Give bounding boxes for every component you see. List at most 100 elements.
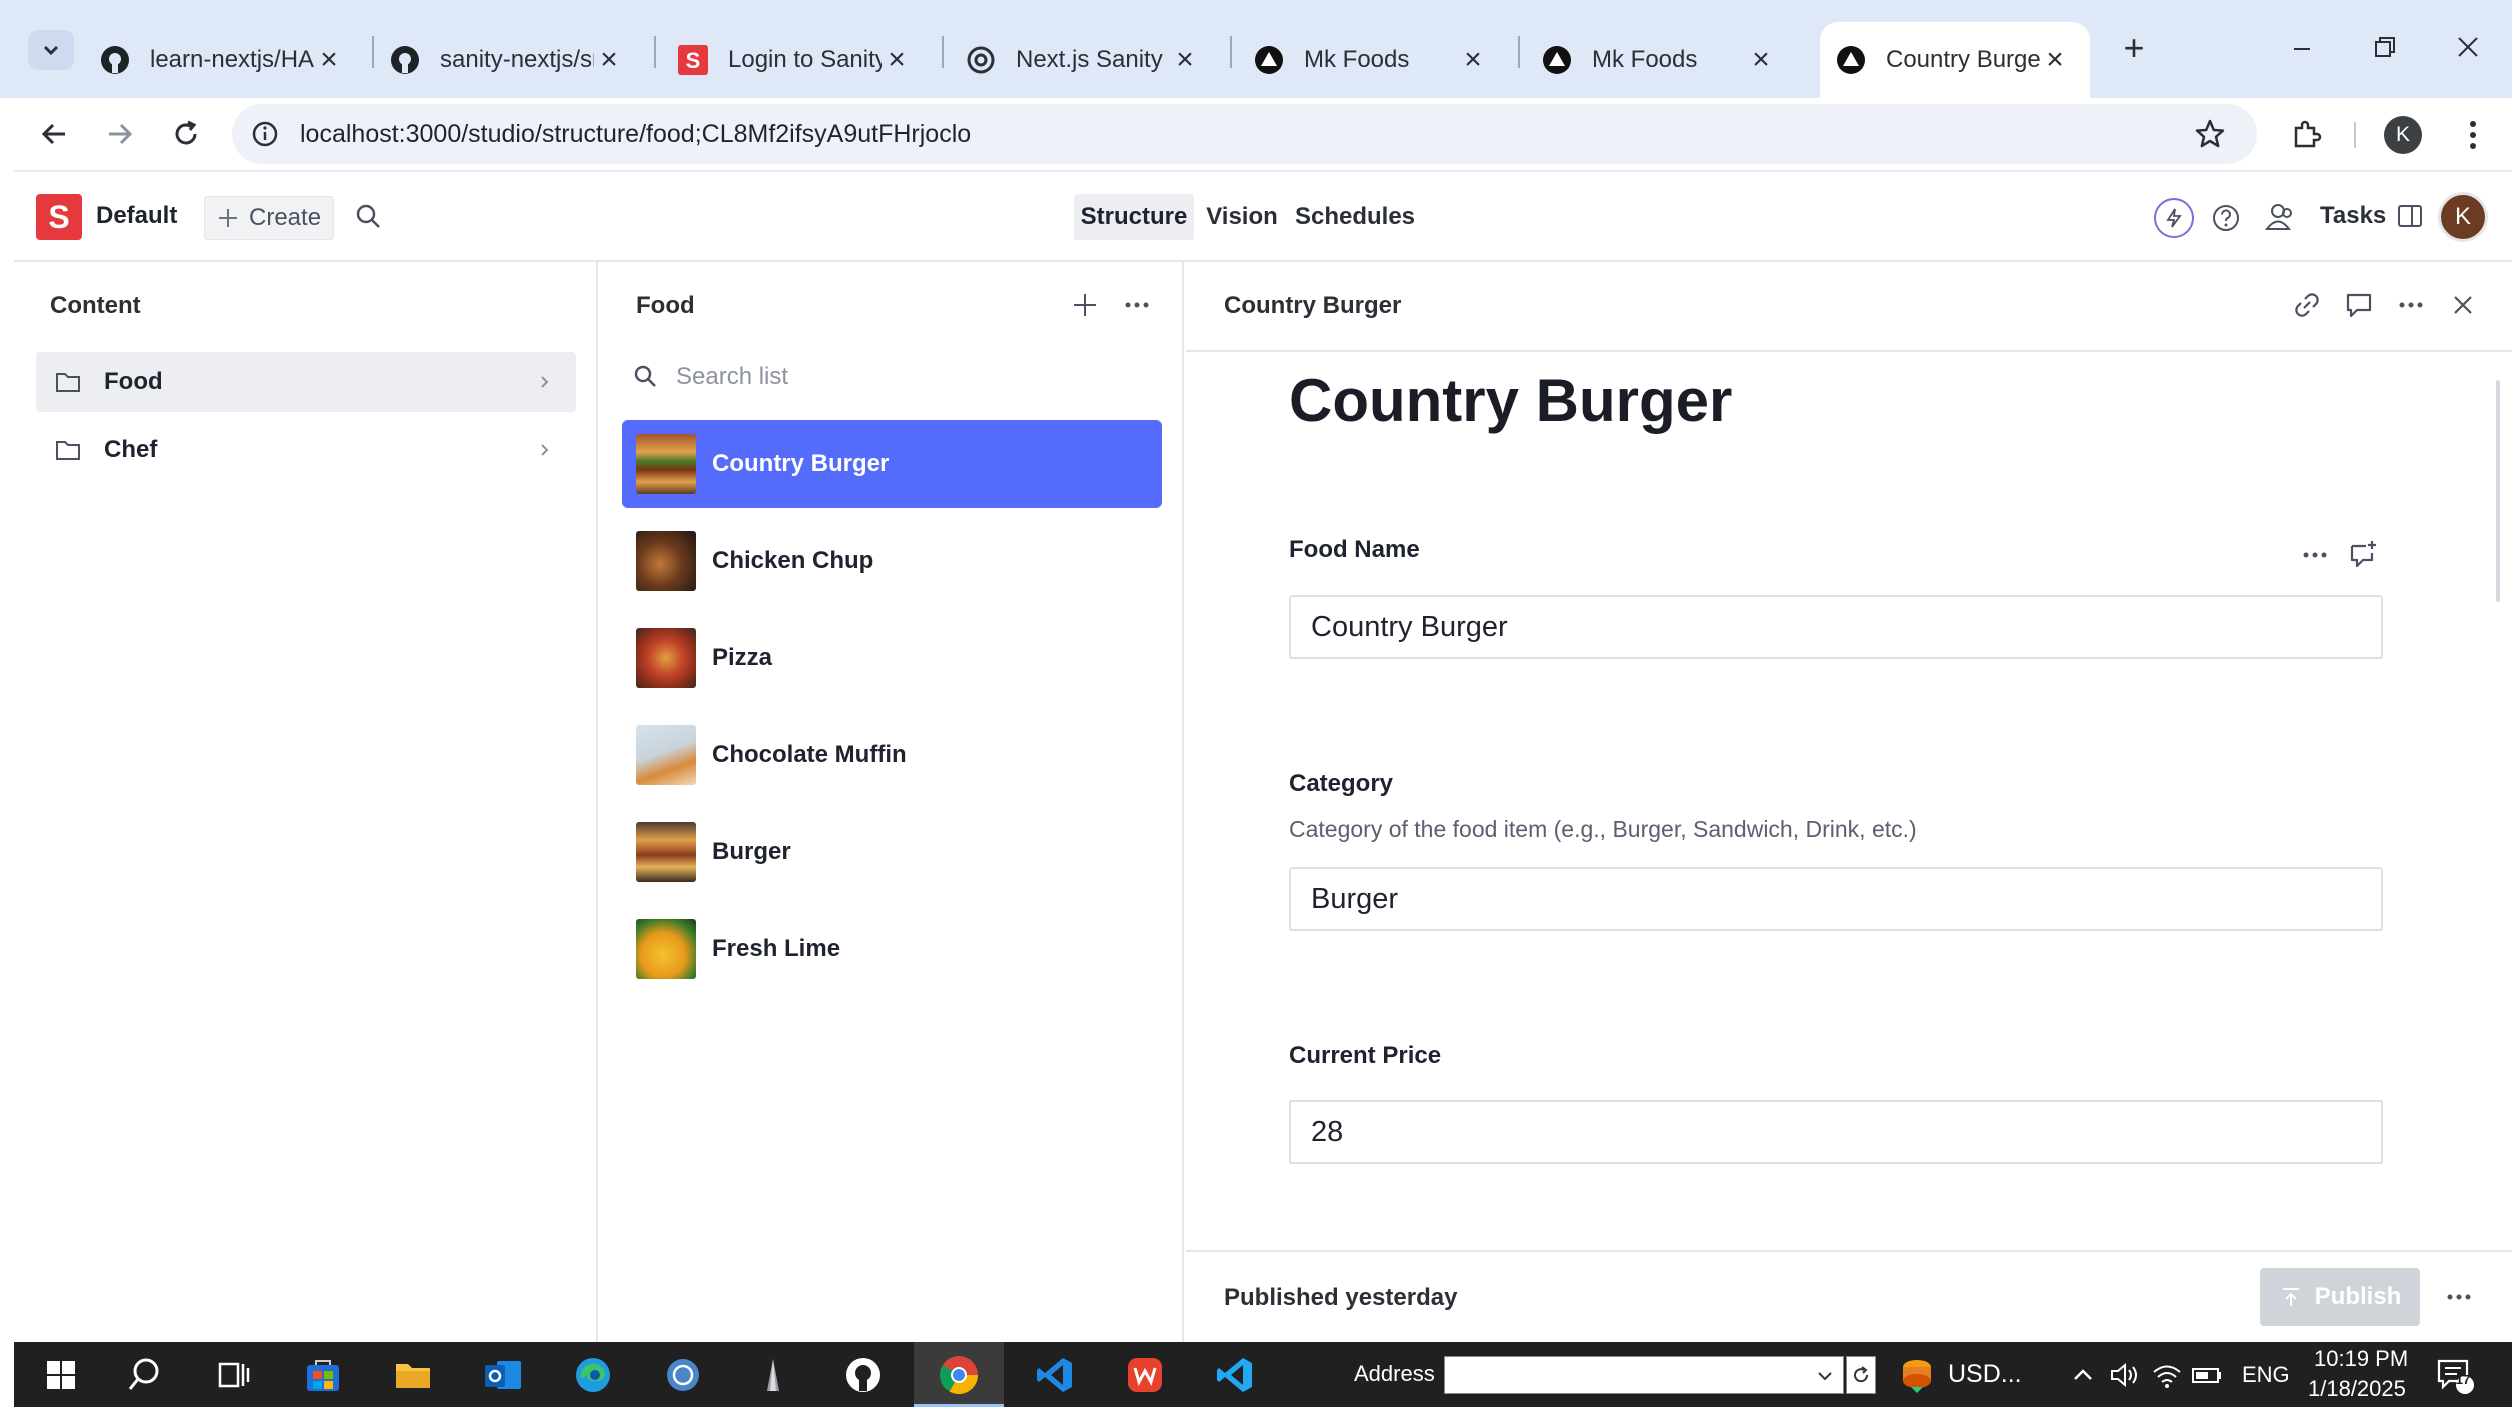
nav-structure-label: Structure [1080,203,1188,230]
food-item-chocolate-muffin[interactable]: Chocolate Muffin [622,711,1162,799]
store-icon[interactable] [300,1352,346,1398]
close-icon[interactable]: × [314,43,344,76]
vscode-icon[interactable] [1032,1352,1078,1398]
extensions-button[interactable] [2284,112,2328,156]
battery-icon[interactable] [2184,1352,2230,1398]
search-list-input[interactable]: Search list [632,354,1152,400]
browser-tab-2[interactable]: sanity-nextjs/src × [356,22,644,98]
language-indicator[interactable]: ENG [2242,1362,2290,1388]
browser-menu-button[interactable] [2458,116,2488,154]
chevron-up-icon[interactable] [2060,1352,2106,1398]
search-icon [634,365,656,387]
food-item-pizza[interactable]: Pizza [622,614,1162,702]
close-icon[interactable]: × [594,43,624,76]
volume-icon[interactable] [2102,1352,2148,1398]
food-item-fresh-lime[interactable]: Fresh Lime [622,905,1162,993]
browser-tab-7-active[interactable]: Country Burger | × [1820,22,2090,98]
browser-tab-5[interactable]: Mk Foods × [1220,22,1508,98]
close-icon[interactable]: × [1458,43,1488,76]
browser-tab-4[interactable]: Next.js Sanity Da × [932,22,1220,98]
close-window-button[interactable] [2448,30,2488,66]
content-item-food[interactable]: Food [36,352,576,412]
food-thumbnail [636,628,696,688]
folder-icon [56,373,80,392]
food-item-chicken-chup[interactable]: Chicken Chup [622,517,1162,605]
food-name-input[interactable]: Country Burger [1289,595,2383,659]
category-input[interactable]: Burger [1289,867,2383,931]
github-desktop-icon[interactable] [840,1352,886,1398]
new-tab-button[interactable]: + [2114,26,2154,70]
bolt-icon[interactable] [2154,198,2194,238]
clock-date[interactable]: 1/18/2025 [2308,1376,2406,1402]
close-icon[interactable]: × [882,43,912,76]
taskbar-search-button[interactable] [122,1352,168,1398]
create-document-button[interactable] [1070,290,1100,320]
app-icon[interactable] [660,1352,706,1398]
global-search-button[interactable] [354,202,384,232]
vscode-icon[interactable] [1212,1352,1258,1398]
tasks-button[interactable]: Tasks [2320,202,2424,230]
close-icon[interactable]: × [1170,43,1200,76]
more-horizontal-icon [2303,552,2327,558]
comments-button[interactable] [2344,290,2374,320]
notifications-icon[interactable]: 17 [2432,1352,2478,1398]
nav-structure[interactable]: Structure [1074,194,1194,240]
weather-text[interactable]: USD... [1948,1360,2022,1389]
user-avatar[interactable]: K [2438,192,2488,242]
close-icon [2458,37,2478,57]
add-comment-button[interactable] [2348,538,2380,570]
food-thumbnail [636,822,696,882]
weather-icon[interactable] [1894,1352,1940,1398]
outlook-icon[interactable] [480,1352,526,1398]
task-view-button[interactable] [210,1352,256,1398]
field-actions-menu[interactable] [2300,540,2330,570]
edge-icon[interactable] [570,1352,616,1398]
address-go-button[interactable] [1846,1356,1876,1394]
food-thumbnail [636,434,696,494]
chrome-taskbar-item-active[interactable] [914,1342,1004,1407]
scrollbar[interactable] [2496,380,2500,602]
add-comment-icon [2350,541,2376,568]
bookmark-star-icon[interactable] [2194,118,2226,150]
nav-vision[interactable]: Vision [1196,194,1288,240]
publish-menu-button[interactable] [2444,1282,2474,1312]
site-info-icon[interactable] [250,119,280,149]
profile-avatar[interactable]: K [2384,116,2422,154]
close-icon[interactable]: × [2040,43,2070,76]
clock-time[interactable]: 10:19 PM [2314,1346,2408,1372]
current-price-input[interactable]: 28 [1289,1100,2383,1164]
file-explorer-icon[interactable] [390,1352,436,1398]
create-button[interactable]: Create [204,196,334,240]
browser-tab-3[interactable]: S Login to Sanity.i × [644,22,932,98]
copy-link-button[interactable] [2292,290,2322,320]
wps-office-icon[interactable] [1122,1352,1168,1398]
browser-tab-1[interactable]: learn-nextjs/HAC × [66,22,364,98]
browser-tab-6[interactable]: Mk Foods × [1508,22,1796,98]
start-button[interactable] [38,1352,84,1398]
address-bar[interactable]: localhost:3000/studio/structure/food;CL8… [232,104,2257,164]
publish-button[interactable]: Publish [2260,1268,2420,1326]
taskbar-address-input[interactable] [1444,1356,1844,1394]
restore-window-button[interactable] [2364,30,2404,66]
food-item-country-burger[interactable]: Country Burger [622,420,1162,508]
minimize-window-button[interactable] [2282,34,2322,64]
content-item-label: Food [104,368,163,395]
back-button[interactable] [32,112,76,156]
reload-button[interactable] [164,112,208,156]
workspace-name[interactable]: Default [96,202,177,230]
help-icon[interactable] [2210,202,2242,234]
studio-logo[interactable]: S [36,194,82,240]
more-horizontal-icon [2399,302,2423,308]
tasks-label: Tasks [2320,202,2387,229]
food-pane-menu-button[interactable] [1122,290,1152,320]
forward-button[interactable] [98,112,142,156]
close-pane-button[interactable] [2448,290,2478,320]
nav-schedules[interactable]: Schedules [1290,194,1420,240]
document-pane-title: Country Burger [1224,292,1402,319]
close-icon[interactable]: × [1746,43,1776,76]
presence-icon[interactable] [2264,200,2298,234]
content-item-chef[interactable]: Chef [36,420,576,480]
food-item-burger[interactable]: Burger [622,808,1162,896]
document-menu-button[interactable] [2396,290,2426,320]
app-icon[interactable] [750,1352,796,1398]
